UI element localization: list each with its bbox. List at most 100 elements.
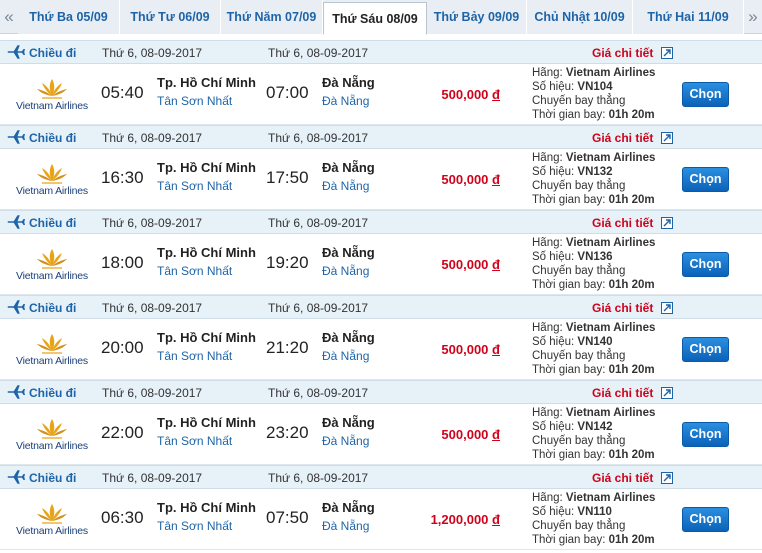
airline-logo-text: Vietnam Airlines xyxy=(16,100,88,112)
origin-city: Tp. Hồ Chí Minh xyxy=(157,330,256,345)
origin-city: Tp. Hồ Chí Minh xyxy=(157,415,256,430)
airline-logo: Vietnam Airlines xyxy=(10,163,94,199)
destination-city: Đà Nẵng xyxy=(322,160,375,175)
destination-city: Đà Nẵng xyxy=(322,75,375,90)
airplane-icon xyxy=(7,300,25,314)
flight-header: Chiều đi Thứ 6, 08-09-2017 Thứ 6, 08-09-… xyxy=(0,295,762,319)
currency-symbol: đ xyxy=(492,427,500,442)
price-detail-link[interactable]: Giá chi tiết xyxy=(592,471,653,485)
arrival-time: 21:20 xyxy=(266,338,309,357)
tab-day-0[interactable]: Thứ Ba 05/09 xyxy=(18,0,120,34)
choose-flight-button[interactable]: Chọn xyxy=(682,252,729,277)
airline-logo-text: Vietnam Airlines xyxy=(16,440,88,452)
airline-logo-text: Vietnam Airlines xyxy=(16,270,88,282)
external-link-icon[interactable] xyxy=(661,132,673,144)
external-link-icon[interactable] xyxy=(661,302,673,314)
tab-day-6[interactable]: Thứ Hai 11/09 xyxy=(633,0,744,34)
flight-block: Chiều đi Thứ 6, 08-09-2017 Thứ 6, 08-09-… xyxy=(0,40,762,125)
destination-city: Đà Nẵng xyxy=(322,330,375,345)
duration-line: Thời gian bay: 01h 20m xyxy=(532,279,655,291)
flight-block: Chiều đi Thứ 6, 08-09-2017 Thứ 6, 08-09-… xyxy=(0,125,762,210)
airline-logo-text: Vietnam Airlines xyxy=(16,185,88,197)
tab-day-4[interactable]: Thứ Bảy 09/09 xyxy=(427,0,527,34)
airline-logo-text: Vietnam Airlines xyxy=(16,355,88,367)
departure-time: 06:30 xyxy=(101,508,144,527)
flight-type-line: Chuyến bay thẳng xyxy=(532,435,626,447)
airline-logo-text: Vietnam Airlines xyxy=(16,525,88,537)
airline-line: Hãng: Vietnam Airlines xyxy=(532,322,656,334)
airline-logo: Vietnam Airlines xyxy=(10,78,94,114)
price-detail-link[interactable]: Giá chi tiết xyxy=(592,216,653,230)
flight-row: Vietnam Airlines 22:00 Tp. Hồ Chí Minh T… xyxy=(0,404,762,465)
flight-header: Chiều đi Thứ 6, 08-09-2017 Thứ 6, 08-09-… xyxy=(0,40,762,64)
airplane-icon xyxy=(7,130,25,144)
flight-type-line: Chuyến bay thẳng xyxy=(532,520,626,532)
flight-header: Chiều đi Thứ 6, 08-09-2017 Thứ 6, 08-09-… xyxy=(0,210,762,234)
external-link-icon[interactable] xyxy=(661,47,673,59)
prev-days-arrow-icon[interactable]: « xyxy=(0,0,18,34)
destination-airport: Đà Nẵng xyxy=(322,519,370,533)
arrival-date: Thứ 6, 08-09-2017 xyxy=(268,386,369,400)
airline-logo: Vietnam Airlines xyxy=(10,418,94,454)
flight-header: Chiều đi Thứ 6, 08-09-2017 Thứ 6, 08-09-… xyxy=(0,465,762,489)
flight-row: Vietnam Airlines 05:40 Tp. Hồ Chí Minh T… xyxy=(0,64,762,125)
flight-number-line: Số hiệu: VN104 xyxy=(532,81,613,93)
currency-symbol: đ xyxy=(492,87,500,102)
flight-header: Chiều đi Thứ 6, 08-09-2017 Thứ 6, 08-09-… xyxy=(0,125,762,149)
next-days-arrow-icon[interactable]: » xyxy=(744,0,762,34)
flight-block: Chiều đi Thứ 6, 08-09-2017 Thứ 6, 08-09-… xyxy=(0,295,762,380)
price-detail-link[interactable]: Giá chi tiết xyxy=(592,386,653,400)
ticket-price: 1,200,000 đ xyxy=(430,512,500,527)
price-detail-link[interactable]: Giá chi tiết xyxy=(592,301,653,315)
ticket-price: 500,000 đ xyxy=(441,257,500,272)
external-link-icon[interactable] xyxy=(661,472,673,484)
arrival-time: 07:00 xyxy=(266,83,309,102)
departure-date: Thứ 6, 08-09-2017 xyxy=(102,471,203,485)
origin-airport: Tân Sơn Nhất xyxy=(157,94,233,108)
departure-time: 18:00 xyxy=(101,253,144,272)
arrival-date: Thứ 6, 08-09-2017 xyxy=(268,131,369,145)
choose-flight-button[interactable]: Chọn xyxy=(682,507,729,532)
arrival-time: 17:50 xyxy=(266,168,309,187)
flight-number-line: Số hiệu: VN136 xyxy=(532,251,613,263)
choose-flight-button[interactable]: Chọn xyxy=(682,82,729,107)
arrival-time: 23:20 xyxy=(266,423,309,442)
destination-airport: Đà Nẵng xyxy=(322,179,370,193)
choose-flight-button[interactable]: Chọn xyxy=(682,167,729,192)
departure-time: 22:00 xyxy=(101,423,144,442)
choose-flight-button[interactable]: Chọn xyxy=(682,337,729,362)
destination-airport: Đà Nẵng xyxy=(322,264,370,278)
choose-flight-button[interactable]: Chọn xyxy=(682,422,729,447)
flight-type-line: Chuyến bay thẳng xyxy=(532,350,626,362)
tab-day-5[interactable]: Chủ Nhật 10/09 xyxy=(527,0,633,34)
tab-day-1[interactable]: Thứ Tư 06/09 xyxy=(120,0,221,34)
direction-label: Chiều đi xyxy=(29,301,77,315)
flight-info: Hãng: Vietnam Airlines Số hiệu: VN142 Ch… xyxy=(532,406,655,462)
lotus-logo-icon xyxy=(37,164,67,184)
currency-symbol: đ xyxy=(492,342,500,357)
tab-day-3[interactable]: Thứ Sáu 08/09 xyxy=(323,2,427,35)
price-detail-link[interactable]: Giá chi tiết xyxy=(592,131,653,145)
external-link-icon[interactable] xyxy=(661,217,673,229)
external-link-icon[interactable] xyxy=(661,387,673,399)
lotus-logo-icon xyxy=(37,419,67,439)
lotus-logo-icon xyxy=(37,334,67,354)
direction-label: Chiều đi xyxy=(29,471,77,485)
direction-label: Chiều đi xyxy=(29,386,77,400)
departure-date: Thứ 6, 08-09-2017 xyxy=(102,301,203,315)
flight-row: Vietnam Airlines 06:30 Tp. Hồ Chí Minh T… xyxy=(0,489,762,550)
duration-line: Thời gian bay: 01h 20m xyxy=(532,364,655,376)
price-detail-link[interactable]: Giá chi tiết xyxy=(592,46,653,60)
origin-city: Tp. Hồ Chí Minh xyxy=(157,500,256,515)
tab-day-2[interactable]: Thứ Năm 07/09 xyxy=(221,0,323,34)
direction-label: Chiều đi xyxy=(29,216,77,230)
flight-block: Chiều đi Thứ 6, 08-09-2017 Thứ 6, 08-09-… xyxy=(0,380,762,465)
lotus-logo-icon xyxy=(37,249,67,269)
duration-line: Thời gian bay: 01h 20m xyxy=(532,109,655,121)
airline-logo: Vietnam Airlines xyxy=(10,503,94,539)
arrival-date: Thứ 6, 08-09-2017 xyxy=(268,301,369,315)
flight-number-line: Số hiệu: VN132 xyxy=(532,166,613,178)
destination-city: Đà Nẵng xyxy=(322,500,375,515)
airline-line: Hãng: Vietnam Airlines xyxy=(532,407,656,419)
flight-row: Vietnam Airlines 18:00 Tp. Hồ Chí Minh T… xyxy=(0,234,762,295)
